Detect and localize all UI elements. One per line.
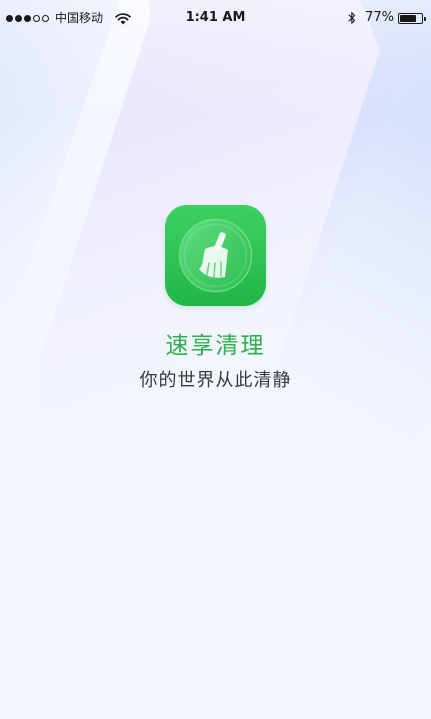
battery-tip <box>424 16 426 21</box>
splash-screen: 中国移动 1:41 AM 77% 速享清理 你的世界从此清静 <box>0 0 431 719</box>
bluetooth-icon <box>348 12 356 24</box>
battery-percentage: 77% <box>365 10 394 25</box>
status-right: 77% <box>348 10 426 26</box>
battery-fill <box>400 14 417 22</box>
app-icon <box>165 205 266 306</box>
status-bar: 中国移动 1:41 AM 77% <box>0 0 431 38</box>
battery-icon <box>398 12 426 24</box>
app-name: 速享清理 <box>165 333 266 359</box>
tagline: 你的世界从此清静 <box>139 370 292 391</box>
broom-icon <box>178 218 253 293</box>
